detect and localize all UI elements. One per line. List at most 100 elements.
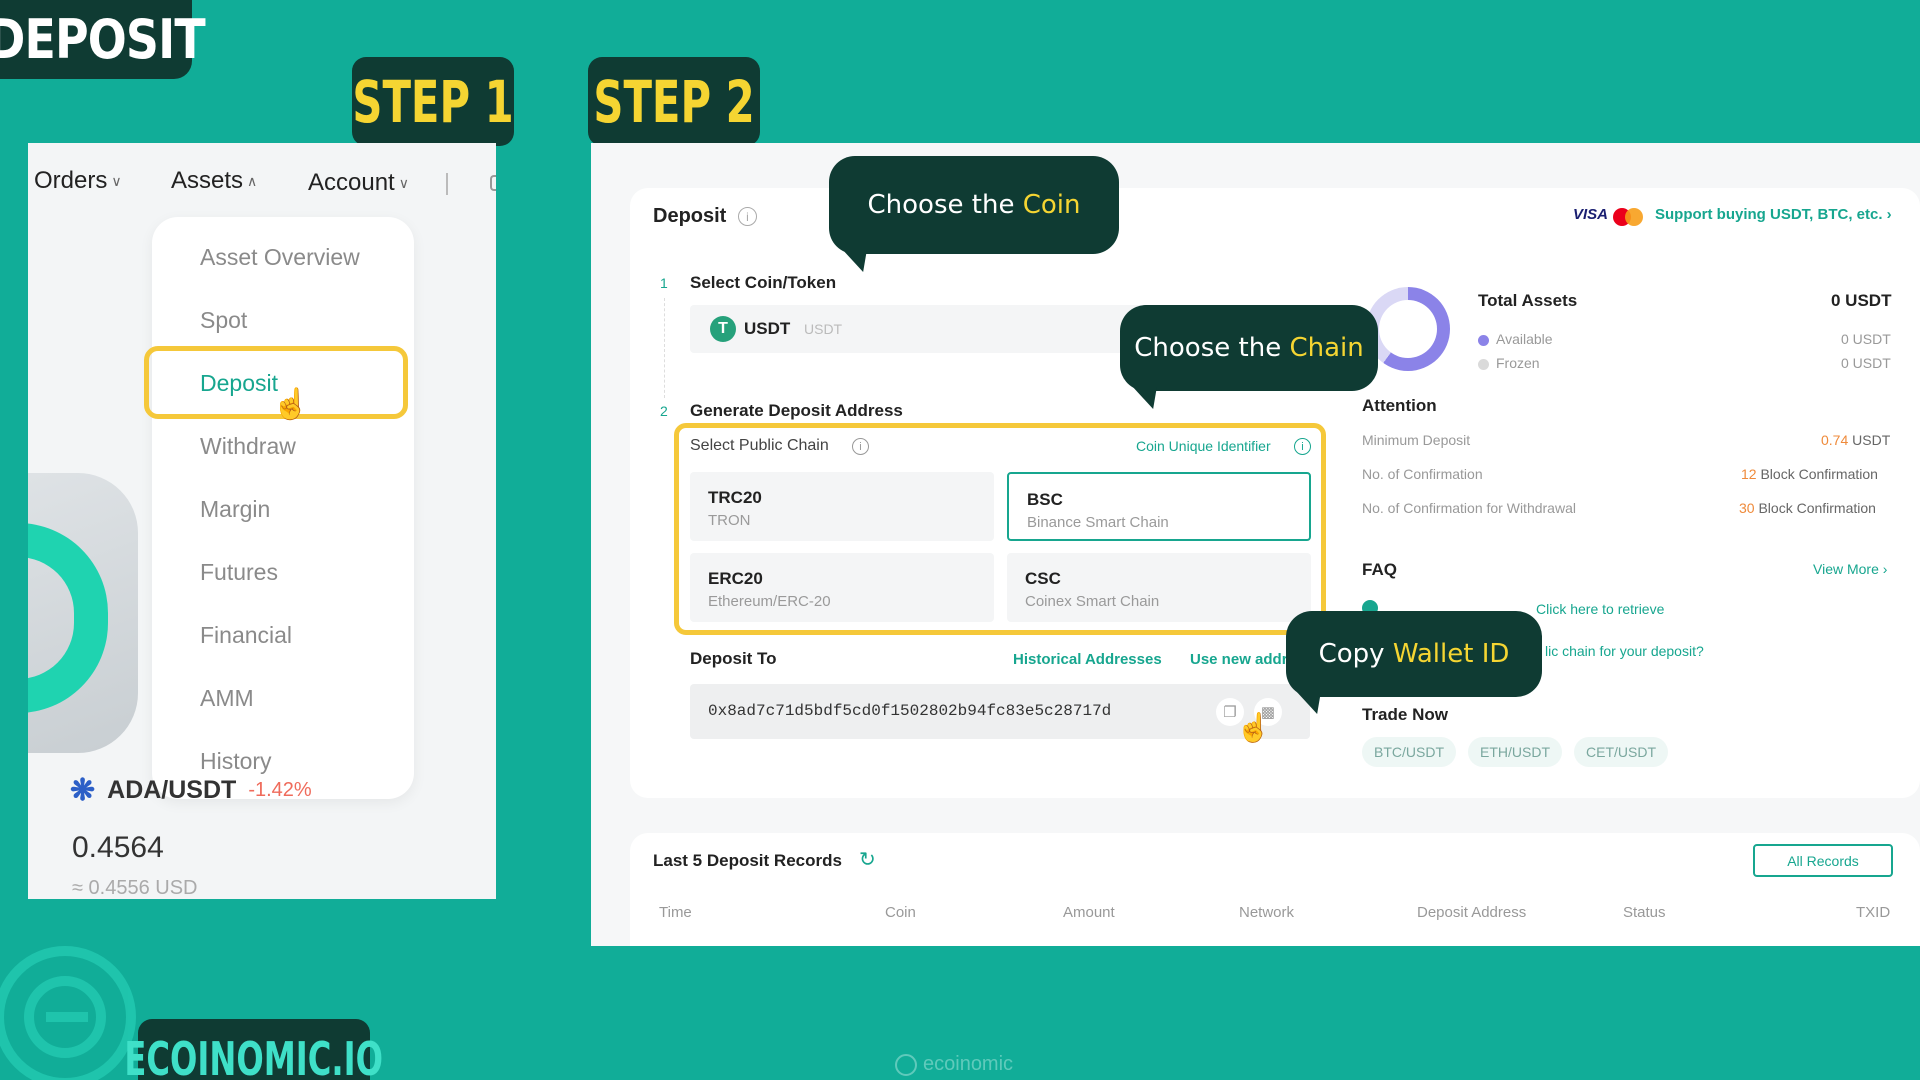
total-assets-value: 0 USDT	[1831, 291, 1892, 310]
ticker-price: 0.4564	[72, 831, 164, 864]
assets-dropdown-menu: Asset Overview Spot Deposit Withdraw Mar…	[152, 217, 414, 799]
watermark-text: ecoinomic	[923, 1053, 1014, 1075]
view-more-link[interactable]: View More ›	[1813, 561, 1887, 577]
confirmation-unit: Block Confirmation	[1756, 466, 1878, 482]
step1-text: STEP 1	[352, 67, 514, 136]
ticker-pair: ADA/USDT	[107, 776, 237, 804]
deposit-heading: Deposit	[653, 205, 727, 227]
step-index-2: 2	[660, 403, 668, 419]
attention-label: Attention	[1362, 396, 1437, 415]
min-deposit-unit: USDT	[1848, 432, 1891, 448]
withdraw-confirmation-unit: Block Confirmation	[1754, 500, 1876, 516]
confirmation-num: 12	[1741, 466, 1757, 482]
chain-option-csc[interactable]: CSC Coinex Smart Chain	[1007, 553, 1311, 622]
menu-item-history[interactable]: History	[200, 748, 272, 775]
hand-cursor-icon: ☝	[272, 388, 310, 421]
watermark: ecoinomic	[895, 1053, 1013, 1076]
column-coin: Coin	[885, 904, 916, 921]
available-dot-icon	[1478, 335, 1489, 346]
chain-name: ERC20	[708, 569, 763, 588]
menu-item-spot[interactable]: Spot	[200, 307, 247, 334]
menu-item-futures[interactable]: Futures	[200, 559, 278, 586]
nav-orders[interactable]: Orders ∨	[34, 167, 122, 195]
menu-item-amm[interactable]: AMM	[200, 685, 254, 712]
column-deposit-address: Deposit Address	[1417, 904, 1527, 921]
menu-item-withdraw[interactable]: Withdraw	[200, 433, 296, 460]
refresh-icon[interactable]: ↻	[859, 847, 876, 872]
trade-pair-eth[interactable]: ETH/USDT	[1468, 737, 1562, 767]
menu-item-asset-overview[interactable]: Asset Overview	[200, 244, 360, 271]
visa-logo: VISA	[1573, 206, 1609, 223]
min-deposit-label: Minimum Deposit	[1362, 432, 1471, 448]
trade-pair-cet[interactable]: CET/USDT	[1574, 737, 1668, 767]
withdraw-confirmation-num: 30	[1739, 500, 1755, 516]
use-new-address-link[interactable]: Use new addr	[1190, 651, 1288, 668]
callout-choose-chain: Choose the Chain	[1120, 305, 1378, 391]
step-index-1: 1	[660, 275, 668, 291]
frozen-dot-icon	[1478, 359, 1489, 370]
info-icon[interactable]: i	[738, 207, 757, 226]
all-records-label: All Records	[1787, 852, 1859, 869]
callout-wallet-highlight: Wallet ID	[1392, 639, 1510, 669]
info-icon[interactable]: i	[852, 438, 869, 455]
step1-panel: Orders ∨ Assets ∧ Account ∨ Asset Overvi…	[28, 143, 496, 899]
chevron-down-icon: ∨	[398, 174, 409, 191]
faq-question-2[interactable]: lic chain for your deposit?	[1545, 643, 1704, 659]
cardano-icon: ❋	[70, 774, 96, 807]
menu-item-financial[interactable]: Financial	[200, 622, 292, 649]
ecoinomic-logo-icon	[0, 946, 136, 1080]
brand-label: ECOINOMIC.IO	[125, 1019, 383, 1080]
all-records-button[interactable]: All Records	[1753, 844, 1893, 877]
nav-orders-label: Orders	[34, 167, 108, 194]
chain-option-trc20[interactable]: TRC20 TRON	[690, 472, 994, 541]
generate-address-label: Generate Deposit Address	[690, 401, 903, 420]
nav-account[interactable]: Account ∨	[308, 169, 409, 197]
nav-divider	[446, 173, 448, 195]
coin-select-dropdown[interactable]: T USDT USDT	[690, 305, 1150, 353]
total-assets-label: Total Assets	[1478, 291, 1578, 310]
callout-chain-highlight: Chain	[1289, 333, 1364, 363]
callout-choose-coin: Choose the Coin	[829, 156, 1119, 254]
deposit-address-value: 0x8ad7c71d5bdf5cd0f1502802b94fc83e5c2871…	[708, 702, 1112, 720]
min-deposit-num: 0.74	[1821, 432, 1849, 448]
historical-addresses-link[interactable]: Historical Addresses	[1013, 651, 1162, 668]
selected-coin-sub: USDT	[804, 321, 843, 337]
chain-option-erc20[interactable]: ERC20 Ethereum/ERC-20	[690, 553, 994, 622]
brand-text: ECOINOMIC.IO	[124, 1032, 384, 1080]
usdt-coin-icon: T	[710, 316, 736, 342]
menu-item-margin[interactable]: Margin	[200, 496, 270, 523]
min-deposit-value: 0.74 USDT	[1821, 432, 1890, 448]
confirmation-label: No. of Confirmation	[1362, 466, 1483, 482]
frozen-value: 0 USDT	[1841, 355, 1891, 371]
ticker-change: -1.42%	[248, 779, 312, 801]
watermark-logo-icon	[895, 1053, 917, 1076]
faq-retrieve-link[interactable]: Click here to retrieve	[1536, 601, 1664, 617]
ticker-row: ❋ ADA/USDT -1.42%	[70, 773, 312, 808]
frozen-label: Frozen	[1496, 355, 1540, 371]
selected-coin: USDT	[744, 319, 791, 338]
public-chain-label: Select Public Chain	[690, 437, 829, 454]
chain-option-bsc[interactable]: BSC Binance Smart Chain	[1007, 472, 1311, 541]
available-value: 0 USDT	[1841, 331, 1891, 347]
chevron-down-icon: ∨	[111, 172, 122, 189]
support-buying-link[interactable]: Support buying USDT, BTC, etc. ›	[1655, 206, 1892, 223]
nav-account-label: Account	[308, 169, 395, 196]
coin-unique-identifier-link[interactable]: Coin Unique Identifier	[1136, 438, 1271, 454]
column-network: Network	[1239, 904, 1295, 921]
nav-clipped-icon	[490, 175, 496, 191]
column-amount: Amount	[1063, 904, 1115, 921]
callout-chain-text: Choose the	[1134, 333, 1290, 363]
nav-assets[interactable]: Assets ∧	[171, 167, 257, 195]
select-coin-label: Select Coin/Token	[690, 273, 837, 292]
step2-panel: Deposit i VISA Support buying USDT, BTC,…	[591, 143, 1920, 946]
chain-sub: Coinex Smart Chain	[1025, 593, 1160, 610]
callout-copy-wallet: Copy Wallet ID	[1286, 611, 1542, 697]
info-icon[interactable]: i	[1294, 438, 1311, 455]
deposit-to-label: Deposit To	[690, 649, 777, 668]
trade-pair-btc[interactable]: BTC/USDT	[1362, 737, 1456, 767]
mastercard-logo	[1613, 208, 1643, 226]
chain-sub: Ethereum/ERC-20	[708, 593, 831, 610]
column-status: Status	[1623, 904, 1666, 921]
chain-sub: TRON	[708, 512, 751, 529]
hand-cursor-icon: ☝	[1236, 712, 1271, 743]
